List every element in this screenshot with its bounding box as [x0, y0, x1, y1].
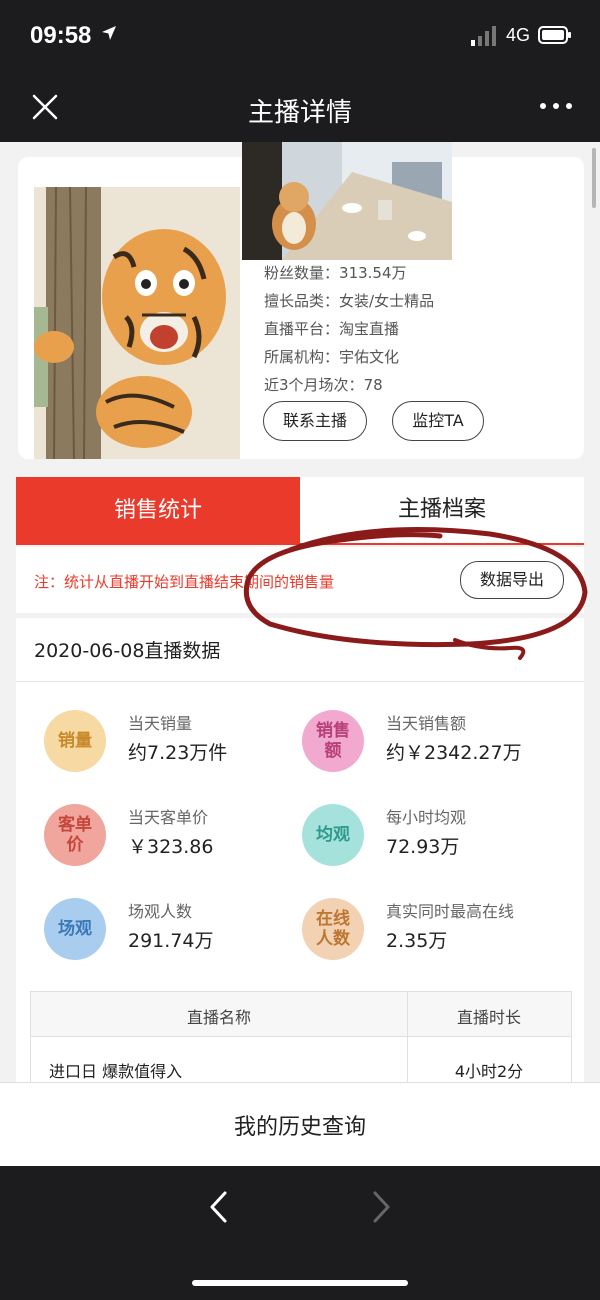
stat-value: 2.35万	[386, 930, 448, 952]
stats-note: 注：统计从直播开始到直播结束期间的销售量	[34, 573, 335, 591]
my-history-query-button[interactable]: 我的历史查询	[0, 1109, 600, 1141]
signal-icon	[471, 26, 496, 46]
info-label: 近3个月场次	[264, 376, 349, 394]
battery-icon	[538, 26, 571, 44]
stat-avg-order-price: 客单价 当天客单价 ￥323.86	[44, 804, 304, 874]
live-sessions-table: 直播名称 直播时长 进口日 爆款值得入 4小时2分	[30, 991, 572, 1082]
home-indicator[interactable]	[192, 1280, 408, 1286]
back-arrow-icon[interactable]	[206, 1190, 230, 1224]
live-data-panel: 2020-06-08直播数据 销量 当天销量 约7.23万件 销售额 当天销售额…	[16, 618, 584, 1082]
divider	[16, 681, 584, 682]
stat-value: 约7.23万件	[128, 742, 228, 764]
avg-order-price-icon: 客单价	[44, 804, 106, 866]
browser-toolbar	[0, 1166, 600, 1300]
tab-bar: 销售统计 主播档案	[16, 477, 584, 545]
stat-value: 72.93万	[386, 836, 460, 858]
info-value: 女装/女士精品	[339, 292, 435, 310]
stat-label: 当天客单价	[128, 808, 209, 827]
monitor-anchor-button[interactable]: 监控TA	[392, 401, 484, 441]
stat-label: 当天销量	[128, 714, 193, 733]
anchor-avatar-image	[34, 187, 240, 459]
stat-peak-online: 在线人数 真实同时最高在线 2.35万	[302, 898, 562, 968]
info-label: 擅长品类	[264, 292, 325, 310]
stat-value: ￥323.86	[128, 836, 214, 858]
anchor-info-list: 粉丝数量：313.54万 擅长品类：女装/女士精品 直播平台：淘宝直播 所属机构…	[264, 259, 434, 399]
table-cell-live-name[interactable]: 进口日 爆款值得入	[49, 1058, 182, 1082]
bottom-action-bar: 我的历史查询	[0, 1082, 600, 1167]
scrollbar[interactable]	[592, 148, 596, 208]
stat-label: 场观人数	[128, 902, 193, 921]
info-value: 宇佑文化	[339, 348, 400, 366]
anchor-profile-card: 粉丝数量：313.54万 擅长品类：女装/女士精品 直播平台：淘宝直播 所属机构…	[18, 142, 584, 459]
stat-total-viewers: 场观 场观人数 291.74万	[44, 898, 304, 968]
peak-online-icon: 在线人数	[302, 898, 364, 960]
more-options-icon[interactable]	[538, 94, 574, 118]
stat-value: 291.74万	[128, 930, 214, 952]
info-label: 粉丝数量	[264, 264, 325, 282]
status-time: 09:58	[30, 22, 92, 49]
page-title: 主播详情	[247, 98, 352, 128]
status-bar: 09:58 4G	[0, 0, 600, 72]
stat-sales-volume: 销量 当天销量 约7.23万件	[44, 710, 304, 780]
export-data-button[interactable]: 数据导出	[460, 561, 564, 599]
sales-volume-icon: 销量	[44, 710, 106, 772]
tab-anchor-profile[interactable]: 主播档案	[300, 477, 584, 545]
content-scroll-area[interactable]: 粉丝数量：313.54万 擅长品类：女装/女士精品 直播平台：淘宝直播 所属机构…	[0, 142, 600, 1082]
column-header-live-name: 直播名称	[186, 1008, 251, 1027]
sales-amount-icon: 销售额	[302, 710, 364, 772]
agency-row: 所属机构：宇佑文化	[264, 348, 400, 366]
column-header-live-duration: 直播时长	[456, 1008, 521, 1027]
stat-label: 当天销售额	[386, 714, 467, 733]
info-value: 78	[363, 376, 383, 394]
note-bar: 注：统计从直播开始到直播结束期间的销售量 数据导出	[16, 547, 584, 613]
platform-row: 直播平台：淘宝直播	[264, 320, 400, 338]
forward-arrow-icon[interactable]	[370, 1190, 394, 1224]
location-arrow-icon	[102, 26, 116, 40]
stat-label: 真实同时最高在线	[386, 902, 515, 921]
info-label: 所属机构	[264, 348, 325, 366]
network-type: 4G	[506, 25, 531, 45]
stat-hourly-avg-viewers: 均观 每小时均观 72.93万	[302, 804, 562, 874]
stat-value: 约￥2342.27万	[386, 742, 522, 764]
info-value: 淘宝直播	[339, 320, 400, 338]
tab-sales-stats[interactable]: 销售统计	[16, 477, 300, 545]
total-viewers-icon: 场观	[44, 898, 106, 960]
navigation-bar: 主播详情	[0, 72, 600, 142]
stat-label: 每小时均观	[386, 808, 467, 827]
cat-cafe-photo	[242, 142, 452, 260]
category-row: 擅长品类：女装/女士精品	[264, 292, 435, 310]
live-data-title: 2020-06-08直播数据	[34, 640, 221, 662]
table-cell-live-duration: 4小时2分	[454, 1062, 524, 1081]
info-value: 313.54万	[339, 264, 407, 282]
stat-sales-amount: 销售额 当天销售额 约￥2342.27万	[302, 710, 562, 780]
hourly-avg-viewers-icon: 均观	[302, 804, 364, 866]
info-label: 直播平台	[264, 320, 325, 338]
sessions-row: 近3个月场次：78	[264, 376, 383, 394]
table-header-row: 直播名称 直播时长	[31, 992, 571, 1037]
contact-anchor-button[interactable]: 联系主播	[263, 401, 367, 441]
fans-count-row: 粉丝数量：313.54万	[264, 264, 407, 282]
